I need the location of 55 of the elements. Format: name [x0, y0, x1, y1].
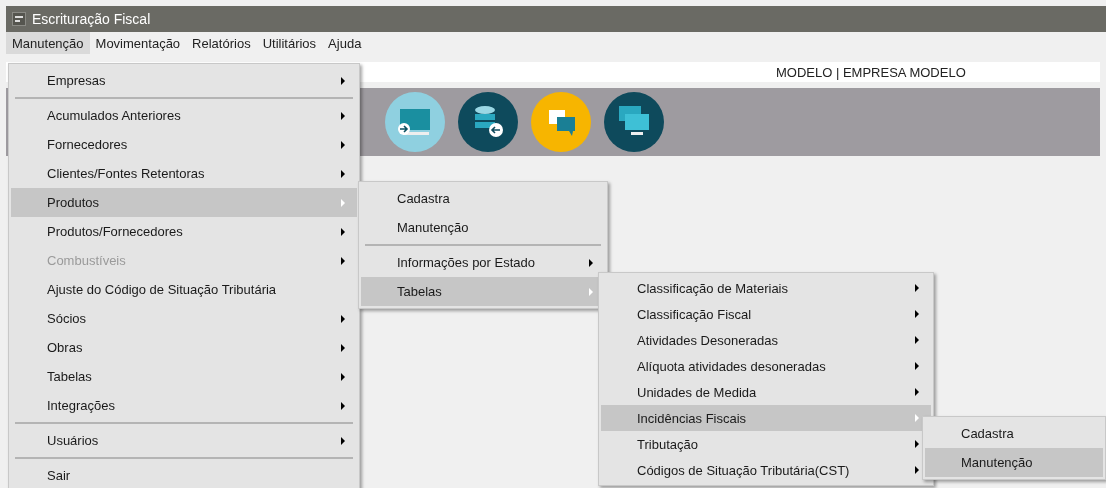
menu-bar-item[interactable]: Utilitários: [256, 32, 323, 54]
submenu-arrow-icon: [341, 343, 345, 352]
submenu-arrow-icon: [341, 314, 345, 323]
submenu-arrow-icon: [341, 256, 345, 265]
menu-item[interactable]: Produtos/Fornecedores: [11, 217, 357, 246]
monitor-icon[interactable]: [385, 92, 445, 152]
menu-item[interactable]: Empresas: [11, 66, 357, 95]
submenu-arrow-icon: [341, 76, 345, 85]
database-icon[interactable]: [458, 92, 518, 152]
menu-item[interactable]: Atividades Desoneradas: [601, 327, 931, 353]
window-title: Escrituração Fiscal: [32, 11, 151, 27]
app-logo-icon: [12, 12, 26, 26]
submenu-arrow-icon: [915, 414, 919, 422]
menu-item[interactable]: Manutenção: [361, 213, 605, 242]
menu-bar-item[interactable]: Ajuda: [322, 32, 368, 54]
menu-item[interactable]: Acumulados Anteriores: [11, 101, 357, 130]
menu-item[interactable]: Tabelas: [11, 362, 357, 391]
submenu-arrow-icon: [589, 258, 593, 267]
menu-item[interactable]: Manutenção: [925, 448, 1103, 477]
submenu-arrow-icon: [341, 169, 345, 178]
menu-item[interactable]: Produtos: [11, 188, 357, 217]
menu-item[interactable]: Cadastra: [361, 184, 605, 213]
menu-bar-item[interactable]: Movimentação: [89, 32, 187, 54]
submenu-arrow-icon: [589, 287, 593, 296]
submenu-arrow-icon: [915, 336, 919, 344]
company-label: MODELO | EMPRESA MODELO: [776, 64, 966, 80]
submenu-arrow-icon: [341, 401, 345, 410]
submenu-arrow-icon: [915, 284, 919, 292]
submenu-arrow-icon: [915, 440, 919, 448]
menu-item[interactable]: Ajuste do Código de Situação Tributária: [11, 275, 357, 304]
submenu-arrow-icon: [341, 140, 345, 149]
chat-icon[interactable]: [531, 92, 591, 152]
menu-item[interactable]: Usuários: [11, 426, 357, 455]
monitors-icon[interactable]: [604, 92, 664, 152]
menu-item[interactable]: Fornecedores: [11, 130, 357, 159]
menu-item[interactable]: Sócios: [11, 304, 357, 333]
submenu-arrow-icon: [341, 227, 345, 236]
submenu-arrow-icon: [341, 198, 345, 207]
menu-item[interactable]: Obras: [11, 333, 357, 362]
menu-item[interactable]: Integrações: [11, 391, 357, 420]
submenu-arrow-icon: [915, 388, 919, 396]
menu-item[interactable]: Unidades de Medida: [601, 379, 931, 405]
submenu-arrow-icon: [915, 362, 919, 370]
menu-item[interactable]: Sair: [11, 461, 357, 488]
menu-bar-item[interactable]: Manutenção: [6, 32, 90, 54]
menu-item[interactable]: Informações por Estado: [361, 248, 605, 277]
menu-bar-item[interactable]: Relatórios: [186, 32, 257, 54]
submenu-arrow-icon: [915, 310, 919, 318]
menu-item[interactable]: Clientes/Fontes Retentoras: [11, 159, 357, 188]
submenu-arrow-icon: [341, 111, 345, 120]
submenu-arrow-icon: [341, 372, 345, 381]
menu-item[interactable]: Alíquota atividades desoneradas: [601, 353, 931, 379]
submenu-arrow-icon: [915, 466, 919, 474]
submenu-arrow-icon: [341, 436, 345, 445]
menu-item[interactable]: Incidências Fiscais: [601, 405, 931, 431]
